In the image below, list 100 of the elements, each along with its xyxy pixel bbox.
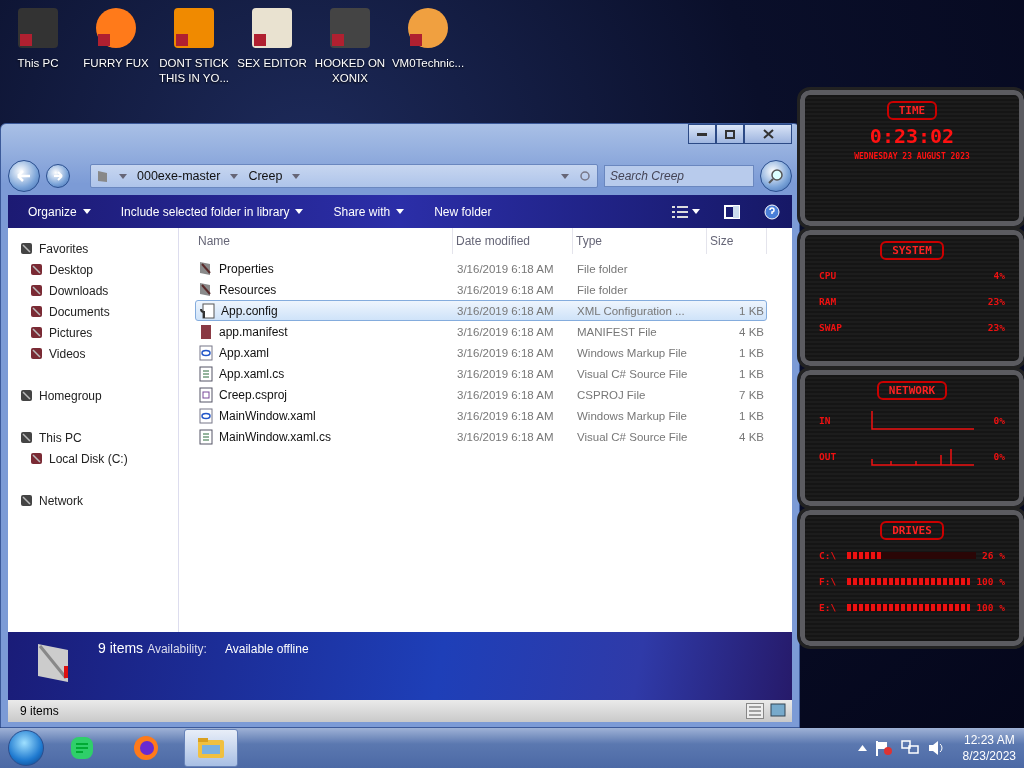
file-row[interactable]: MainWindow.xaml 3/16/2019 6:18 AM Windows Markup File 1 KB <box>195 405 767 426</box>
config-file-icon <box>199 302 215 319</box>
desktop-shortcut[interactable]: This PC <box>0 4 76 71</box>
search-icon <box>768 168 784 184</box>
minimize-button[interactable] <box>688 124 716 144</box>
table-cell-text: 3/16/2019 6:18 AM <box>456 346 555 359</box>
taskbar-app[interactable] <box>184 729 238 767</box>
table-cell-text: 1 KB <box>738 304 765 317</box>
details-view-icon[interactable] <box>746 703 764 719</box>
search-field[interactable]: Search Creep <box>604 165 754 187</box>
refresh-icon[interactable] <box>579 170 591 182</box>
caret-icon <box>692 209 700 214</box>
metric-value: 0% <box>993 414 1005 426</box>
sidebar-item[interactable]: Network <box>20 490 178 511</box>
network-icon[interactable] <box>900 740 919 756</box>
sidebar-item[interactable]: This PC <box>20 427 178 448</box>
flag-icon[interactable] <box>874 740 893 756</box>
desktop-shortcut[interactable]: FURRY FUX <box>78 4 154 71</box>
sidebar-item[interactable]: Videos <box>20 343 178 364</box>
search-button[interactable] <box>760 160 792 192</box>
column-header[interactable]: Date modified <box>453 228 573 254</box>
metric-label: IN <box>819 414 832 426</box>
table-cell-text: CSPROJ File <box>576 388 647 401</box>
column-header[interactable]: Size <box>707 228 767 254</box>
sidebar-item[interactable]: Pictures <box>20 322 178 343</box>
breadcrumb[interactable]: 000exe-master <box>137 169 221 183</box>
gadget-title: DRIVES <box>880 521 944 540</box>
metric-value: 4% <box>993 269 1005 281</box>
file-name: MainWindow.xaml <box>196 407 454 424</box>
xaml-file-icon <box>199 407 213 424</box>
caret-icon <box>82 209 91 214</box>
view-options-icon[interactable] <box>672 205 688 218</box>
start-button[interactable] <box>8 730 44 766</box>
project-file-icon <box>199 386 213 403</box>
address-bar[interactable]: 000exe-master Creep <box>90 164 598 188</box>
sidebar-item[interactable]: Local Disk (C:) <box>20 448 178 469</box>
close-icon <box>762 129 774 139</box>
minimize-icon <box>697 132 707 136</box>
help-icon[interactable] <box>764 203 780 220</box>
file-name: MainWindow.xaml.cs <box>196 428 454 445</box>
toolbar-button[interactable]: New folder <box>426 200 500 223</box>
table-cell-text: 4 KB <box>738 325 765 338</box>
file-row[interactable]: Properties 3/16/2019 6:18 AM File folder <box>195 258 767 279</box>
folder-icon <box>199 261 213 276</box>
folder-icon <box>199 282 213 297</box>
sidebar-item[interactable]: Documents <box>20 301 178 322</box>
metric-label: RAM <box>819 295 838 307</box>
metric-value: 23% <box>987 321 1005 333</box>
volume-icon[interactable] <box>926 740 945 756</box>
browser-icon <box>133 735 159 761</box>
clock-display: 0:23:02 <box>869 124 955 148</box>
column-header[interactable]: Name <box>195 228 453 254</box>
file-name: app.manifest <box>196 323 454 340</box>
preview-pane-icon[interactable] <box>724 204 740 219</box>
metric-value: 100 % <box>976 601 1005 613</box>
table-cell-text: 3/16/2019 6:18 AM <box>456 367 555 380</box>
forward-button[interactable] <box>46 164 70 188</box>
file-row[interactable]: app.manifest 3/16/2019 6:18 AM MANIFEST File 4 KB <box>195 321 767 342</box>
file-row[interactable]: Creep.csproj 3/16/2019 6:18 AM CSPROJ File 7 KB <box>195 384 767 405</box>
xaml-file-icon <box>199 344 213 361</box>
desktop-shortcut[interactable]: DONT STICK THIS IN YO... <box>156 4 232 86</box>
show-hidden-icons[interactable] <box>857 745 867 751</box>
metric-value: 100 % <box>976 575 1005 587</box>
file-name: App.config <box>196 302 454 319</box>
file-row[interactable]: Resources 3/16/2019 6:18 AM File folder <box>195 279 767 300</box>
availability-label: Availability: <box>147 642 207 656</box>
table-cell-text: Visual C# Source File <box>576 367 689 380</box>
sidebar-item[interactable]: Favorites <box>20 238 178 259</box>
folder-icon <box>30 305 43 318</box>
sidebar-item[interactable]: Desktop <box>20 259 178 280</box>
breadcrumb[interactable]: Creep <box>248 169 283 183</box>
back-button[interactable] <box>8 160 40 192</box>
caret-icon <box>396 209 405 214</box>
metric-label: SWAP <box>819 321 843 333</box>
file-row[interactable]: App.config 3/16/2019 6:18 AM XML Configuration ... 1 KB <box>195 300 767 321</box>
file-row[interactable]: App.xaml 3/16/2019 6:18 AM Windows Markup File 1 KB <box>195 342 767 363</box>
desktop-shortcut[interactable]: VM0Technic... <box>390 4 466 71</box>
file-row[interactable]: MainWindow.xaml.cs 3/16/2019 6:18 AM Visual C# Source File 4 KB <box>195 426 767 447</box>
table-cell-text: 3/16/2019 6:18 AM <box>456 304 555 317</box>
file-name: Resources <box>196 282 454 297</box>
column-header[interactable]: Type <box>573 228 707 254</box>
drive-label: E:\ <box>819 601 838 613</box>
drive-label: F:\ <box>819 575 838 587</box>
folder-icon <box>30 284 43 297</box>
thumbnail-view-icon[interactable] <box>770 703 786 717</box>
sidebar-item[interactable]: Homegroup <box>20 385 178 406</box>
toolbar-button[interactable]: Share with <box>325 200 413 223</box>
sidebar-item[interactable]: Downloads <box>20 280 178 301</box>
gadget-title: SYSTEM <box>880 241 944 260</box>
forward-arrow-icon <box>53 171 63 181</box>
file-row[interactable]: App.xaml.cs 3/16/2019 6:18 AM Visual C# Source File 1 KB <box>195 363 767 384</box>
caret-icon <box>230 173 239 179</box>
desktop-shortcut[interactable]: SEX EDITOR <box>234 4 310 71</box>
table-cell-text: 1 KB <box>738 367 765 380</box>
toolbar-button[interactable]: Include selected folder in library <box>112 200 312 223</box>
close-button[interactable] <box>744 124 792 144</box>
maximize-button[interactable] <box>716 124 744 144</box>
taskbar-clock[interactable]: 12:23 AM 8/23/2023 <box>962 732 1016 764</box>
toolbar-button[interactable]: Organize <box>20 200 99 223</box>
desktop-shortcut[interactable]: HOOKED ON XONIX <box>312 4 388 86</box>
